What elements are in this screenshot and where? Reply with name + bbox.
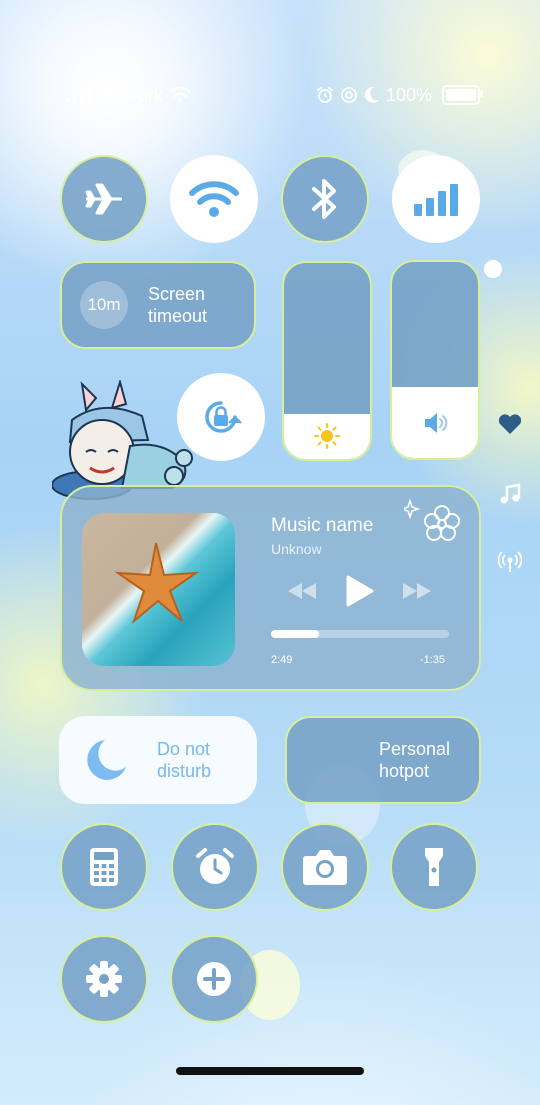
personal-hotspot-toggle[interactable]: Personal hotpot (285, 716, 481, 804)
alarm-clock-icon (196, 848, 234, 884)
bluetooth-icon (312, 179, 336, 219)
alarm-shortcut[interactable] (171, 823, 259, 911)
signal-bars-icon (414, 184, 458, 216)
fast-forward-icon[interactable] (402, 582, 432, 600)
volume-fill (392, 387, 478, 458)
broadcast-icon[interactable] (498, 550, 522, 574)
camera-shortcut[interactable] (281, 823, 369, 911)
remaining-time: -1:35 (419, 654, 445, 666)
airplane-mode-toggle[interactable] (60, 155, 148, 243)
play-icon[interactable] (346, 575, 374, 607)
flower-doodle-icon (404, 498, 460, 541)
speaker-icon (425, 412, 448, 433)
status-bar: Network 100% (66, 82, 483, 108)
calculator-icon (90, 848, 118, 886)
playback-controls (287, 575, 432, 607)
brightness-slider[interactable] (282, 261, 372, 461)
album-cover (82, 513, 235, 666)
starfish-image (114, 542, 200, 625)
calculator-shortcut[interactable] (60, 823, 148, 911)
settings-shortcut[interactable] (60, 935, 148, 1023)
status-right: 100% (316, 84, 483, 106)
home-indicator[interactable] (176, 1067, 364, 1075)
sun-icon (314, 423, 340, 450)
brightness-fill (284, 413, 370, 459)
battery-icon (442, 85, 483, 105)
personal-hotspot-label: Personal hotpot (379, 739, 451, 781)
moon-icon (364, 86, 379, 103)
music-player-card[interactable]: Music name Unknow 2:49 -1:35 (60, 485, 481, 691)
airplane-icon (85, 183, 122, 215)
flashlight-shortcut[interactable] (390, 823, 478, 911)
rewind-icon[interactable] (287, 582, 317, 600)
heart-icon[interactable] (498, 412, 522, 436)
do-not-disturb-label: Do not disturb (157, 739, 212, 781)
bluetooth-toggle[interactable] (281, 155, 369, 243)
network-label: Network (97, 84, 164, 105)
elapsed-time: 2:49 (271, 654, 293, 666)
screen-timeout-label: Screen timeout (148, 284, 208, 326)
music-note-icon[interactable] (498, 482, 522, 506)
status-left: Network (66, 84, 192, 106)
decor-cloud (484, 260, 502, 278)
moon-icon (87, 740, 126, 780)
flashlight-icon (425, 848, 443, 886)
song-progress-fill (271, 630, 320, 638)
do-not-disturb-toggle[interactable]: Do not disturb (59, 716, 257, 804)
mobile-data-toggle[interactable] (392, 155, 480, 243)
at-icon (341, 87, 357, 103)
settings-icon (86, 961, 122, 997)
add-shortcut[interactable] (170, 935, 258, 1023)
song-artist: Unknow (271, 541, 322, 557)
battery-percent: 100% (385, 84, 432, 105)
timeout-value: 10m (80, 281, 128, 329)
screen-timeout-tile[interactable]: 10m Screen timeout (60, 261, 256, 349)
wifi-icon (169, 87, 192, 103)
song-progress-bar[interactable] (271, 630, 449, 638)
add-icon (197, 962, 231, 996)
song-title: Music name (271, 515, 374, 536)
wifi-toggle[interactable] (170, 155, 258, 243)
camera-icon (303, 850, 347, 885)
wifi-icon (189, 181, 239, 217)
rotation-lock-icon (205, 401, 242, 433)
alarm-icon (316, 87, 333, 103)
volume-slider[interactable] (390, 260, 480, 460)
signal-icon (66, 87, 91, 103)
